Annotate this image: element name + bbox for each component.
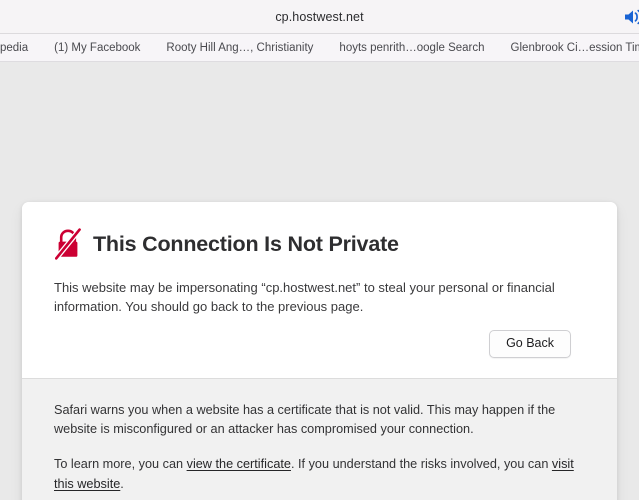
warning-learn-more: To learn more, you can view the certific… <box>54 455 579 494</box>
warning-action-row: Go Back <box>54 326 585 358</box>
go-back-button[interactable]: Go Back <box>489 330 571 358</box>
bookmark-item[interactable]: pedia <box>0 35 41 61</box>
bookmark-item[interactable]: Glenbrook Ci…ession Times <box>498 35 639 61</box>
browser-titlebar: cp.hostwest.net <box>0 0 639 34</box>
view-certificate-link[interactable]: view the certificate <box>187 457 291 471</box>
speaker-audio-icon[interactable] <box>621 8 639 26</box>
bookmark-item[interactable]: hoyts penrith…oogle Search <box>326 35 497 61</box>
warning-heading: This Connection Is Not Private <box>93 231 399 256</box>
warning-headline-row: This Connection Is Not Private <box>53 227 585 261</box>
learn-more-prefix-text: To learn more, you can <box>54 457 187 472</box>
learn-more-middle-text: . If you understand the risks involved, … <box>290 457 552 472</box>
warning-card-upper-section: This Connection Is Not Private This webs… <box>22 202 617 378</box>
bookmark-item[interactable]: Rooty Hill Ang…, Christianity <box>153 35 326 61</box>
warning-explanation: Safari warns you when a website has a ce… <box>54 402 556 437</box>
bookmarks-bar: pedia (1) My Facebook Rooty Hill Ang…, C… <box>0 34 639 62</box>
titlebar-right-controls <box>621 0 639 33</box>
crossed-out-lock-icon <box>53 227 83 261</box>
learn-more-suffix-text: . <box>120 476 124 491</box>
bookmark-item[interactable]: (1) My Facebook <box>41 35 153 61</box>
page-content-area: This Connection Is Not Private This webs… <box>0 62 639 500</box>
warning-description: This website may be impersonating “cp.ho… <box>54 280 555 315</box>
page-title: cp.hostwest.net <box>275 9 364 24</box>
warning-card-lower-section: Safari warns you when a website has a ce… <box>22 378 617 500</box>
certificate-warning-card: This Connection Is Not Private This webs… <box>22 202 617 500</box>
browser-window: cp.hostwest.net pedia (1) My Facebook Ro… <box>0 0 639 500</box>
